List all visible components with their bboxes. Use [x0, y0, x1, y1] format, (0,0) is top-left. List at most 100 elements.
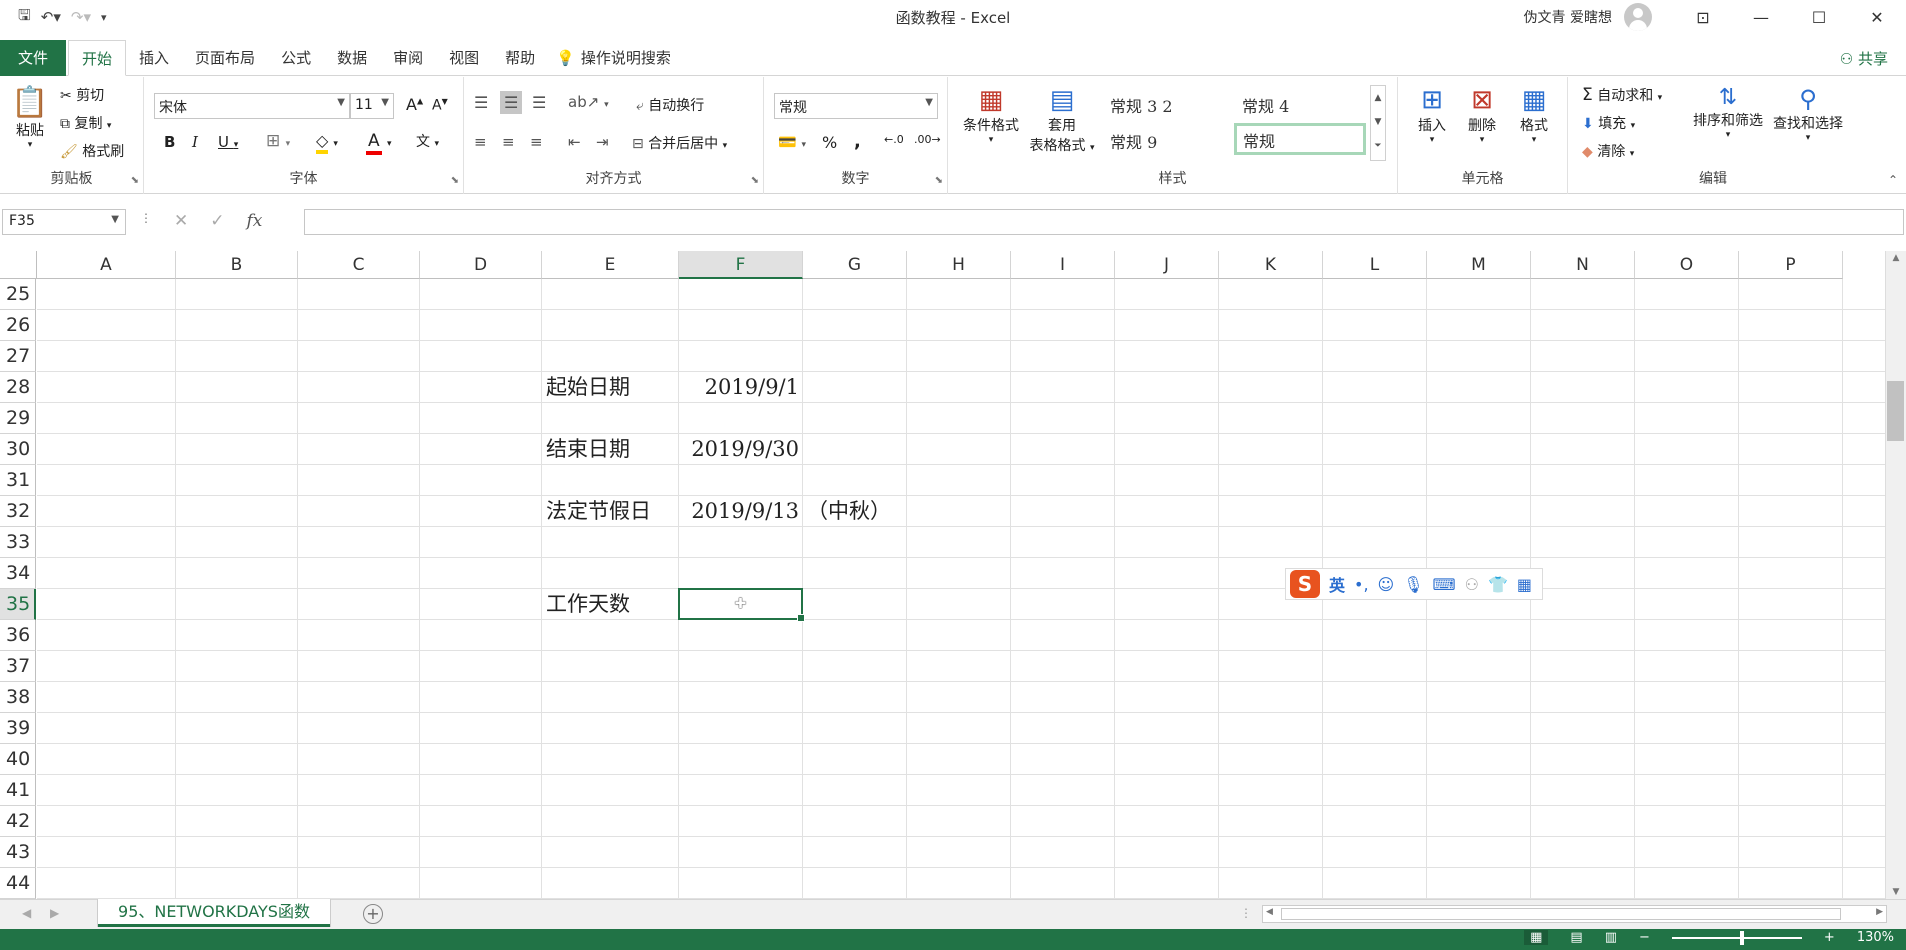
cell-g32[interactable]: （中秋） [807, 496, 891, 527]
orientation-icon[interactable]: ab↗ ▾ [568, 93, 609, 111]
style-normal-4[interactable]: 常规 4 [1242, 93, 1289, 117]
row-header-42[interactable]: 42 [0, 806, 36, 837]
format-as-table-button[interactable]: ▤ 套用 表格格式 ▾ [1024, 85, 1100, 155]
shrink-font-icon[interactable]: A▼ [432, 97, 448, 114]
sogou-logo[interactable]: S [1290, 570, 1320, 598]
horizontal-scrollbar[interactable]: ◀ ▶ [1262, 905, 1887, 923]
column-header-d[interactable]: D [420, 251, 542, 279]
row-header-36[interactable]: 36 [0, 620, 36, 651]
row-header-29[interactable]: 29 [0, 403, 36, 434]
row-header-32[interactable]: 32 [0, 496, 36, 527]
row-header-44[interactable]: 44 [0, 868, 36, 899]
decrease-decimal-icon[interactable]: .00→ [914, 133, 941, 146]
select-all-corner[interactable] [0, 251, 37, 279]
row-header-28[interactable]: 28 [0, 372, 36, 403]
zoom-level[interactable]: 130% [1857, 930, 1894, 945]
column-header-o[interactable]: O [1635, 251, 1739, 279]
cut-button[interactable]: ✂ 剪切 [60, 85, 104, 105]
vertical-scroll-thumb[interactable] [1887, 381, 1904, 441]
punctuation-icon[interactable]: •, [1354, 575, 1369, 594]
prev-sheet-icon[interactable]: ◀ [22, 906, 31, 920]
user-icon[interactable]: ⚇ [1465, 575, 1479, 594]
normal-view-icon[interactable]: ▦ [1524, 930, 1549, 945]
avatar[interactable] [1624, 3, 1652, 31]
dialog-launcher-icon[interactable]: ⬊ [131, 175, 139, 186]
cell-e30[interactable]: 结束日期 [546, 434, 630, 465]
cell-f30[interactable]: 2019/9/30 [679, 434, 799, 465]
column-header-a[interactable]: A [37, 251, 176, 279]
insert-cells-button[interactable]: ⊞ 插入 ▾ [1410, 85, 1454, 145]
phonetic-guide-icon[interactable]: 文 ▾ [416, 131, 439, 151]
zoom-out-icon[interactable]: − [1639, 930, 1650, 945]
column-header-g[interactable]: G [803, 251, 907, 279]
row-header-43[interactable]: 43 [0, 837, 36, 868]
scroll-left-icon[interactable]: ◀ [1266, 907, 1273, 917]
cell-f32[interactable]: 2019/9/13 [679, 496, 799, 527]
accounting-format-icon[interactable]: 💳 ▾ [778, 133, 806, 151]
borders-icon[interactable]: ⊞ ▾ [266, 131, 290, 151]
tab-review[interactable]: 审阅 [380, 41, 436, 75]
tab-help[interactable]: 帮助 [492, 41, 548, 75]
row-header-25[interactable]: 25 [0, 279, 36, 310]
share-button[interactable]: ⚇ 共享 [1840, 48, 1888, 69]
column-header-e[interactable]: E [542, 251, 679, 279]
name-box[interactable]: F35 ▼ [2, 209, 126, 235]
dialog-launcher-icon[interactable]: ⬊ [451, 175, 459, 186]
tab-view[interactable]: 视图 [436, 41, 492, 75]
column-header-i[interactable]: I [1011, 251, 1115, 279]
column-header-l[interactable]: L [1323, 251, 1427, 279]
tab-page-layout[interactable]: 页面布局 [182, 41, 268, 75]
tab-home[interactable]: 开始 [68, 39, 127, 76]
user-name[interactable]: 伪文青 爱瞎想 [1524, 7, 1612, 27]
delete-cells-button[interactable]: ⊠ 删除 ▾ [1460, 85, 1504, 145]
next-sheet-icon[interactable]: ▶ [50, 906, 59, 920]
cancel-icon[interactable]: ✕ [174, 211, 188, 231]
scroll-right-icon[interactable]: ▶ [1876, 907, 1883, 917]
emoji-icon[interactable]: ☺ [1378, 575, 1395, 594]
find-select-button[interactable]: ⚲ 查找和选择 ▾ [1770, 85, 1846, 143]
row-header-30[interactable]: 30 [0, 434, 36, 465]
tab-file[interactable]: 文件 [0, 39, 67, 76]
scroll-up-icon[interactable]: ▲ [1886, 253, 1906, 263]
sheet-tab-active[interactable]: 95、NETWORKDAYS函数 [98, 899, 330, 927]
font-color-icon[interactable]: A ▾ [366, 131, 392, 155]
wrap-text-button[interactable]: ⤶ 自动换行 [636, 95, 704, 115]
tab-formulas[interactable]: 公式 [268, 41, 324, 75]
column-header-m[interactable]: M [1427, 251, 1531, 279]
format-cells-button[interactable]: ▦ 格式 ▾ [1512, 85, 1556, 145]
paste-button[interactable]: 📋 粘贴 ▾ [10, 85, 50, 150]
page-layout-view-icon[interactable]: ▤ [1570, 930, 1582, 945]
merge-center-button[interactable]: ⊟ 合并后居中 ▾ [632, 133, 727, 153]
comma-style-button[interactable]: , [854, 131, 861, 152]
column-header-c[interactable]: C [298, 251, 420, 279]
close-icon[interactable]: ✕ [1848, 0, 1906, 34]
redo-icon[interactable]: ↷▾ [71, 8, 91, 26]
column-header-j[interactable]: J [1115, 251, 1219, 279]
cell-e32[interactable]: 法定节假日 [546, 496, 651, 527]
cell-e35[interactable]: 工作天数 [546, 589, 630, 620]
column-header-f[interactable]: F [679, 251, 803, 279]
fill-button[interactable]: ⬇ 填充 ▾ [1582, 113, 1635, 133]
column-header-k[interactable]: K [1219, 251, 1323, 279]
vertical-scrollbar[interactable]: ▲ ▼ [1885, 251, 1906, 899]
row-header-39[interactable]: 39 [0, 713, 36, 744]
row-header-31[interactable]: 31 [0, 465, 36, 496]
collapse-ribbon-icon[interactable]: ⌃ [1888, 173, 1898, 187]
enter-icon[interactable]: ✓ [210, 211, 224, 231]
fill-color-icon[interactable]: ◇ ▾ [316, 131, 338, 154]
row-header-27[interactable]: 27 [0, 341, 36, 372]
style-normal-3-2[interactable]: 常规 3 2 [1110, 93, 1173, 117]
row-header-26[interactable]: 26 [0, 310, 36, 341]
column-header-p[interactable]: P [1739, 251, 1843, 279]
conditional-formatting-button[interactable]: ▦ 条件格式 ▾ [960, 85, 1022, 145]
skin-icon[interactable]: 👕 [1488, 575, 1508, 594]
align-top-icon[interactable]: ☰ [474, 93, 488, 112]
bold-button[interactable]: B [164, 133, 175, 151]
row-header-37[interactable]: 37 [0, 651, 36, 682]
copy-button[interactable]: ⧉ 复制 ▾ [60, 113, 111, 133]
ribbon-display-options-icon[interactable]: ⊡ [1674, 0, 1732, 34]
keyboard-icon[interactable]: ⌨ [1433, 575, 1456, 594]
align-bottom-icon[interactable]: ☰ [532, 93, 546, 112]
format-painter-button[interactable]: 🖌 格式刷 [60, 141, 124, 161]
customize-qat-icon[interactable]: ▾ [101, 11, 107, 24]
